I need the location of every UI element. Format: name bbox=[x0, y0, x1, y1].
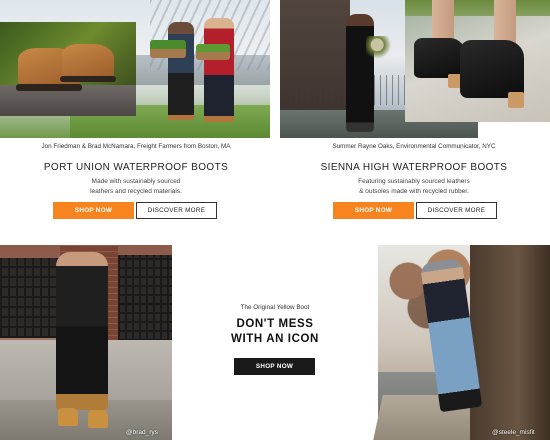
sienna-boot-left bbox=[414, 38, 464, 78]
sienna-description-line-2: & outsoles made with recycled rubber. bbox=[359, 187, 469, 195]
port-union-boot-right-sole bbox=[60, 76, 116, 82]
woman-in-black-dress-figure bbox=[346, 14, 374, 132]
yellow-boot-right bbox=[88, 410, 108, 428]
iron-window-grille-right bbox=[118, 255, 172, 350]
sienna-caption: Summer Rayne Oaks, Environmental Communi… bbox=[332, 143, 496, 150]
center-headline-line-2: WITH AN ICON bbox=[231, 333, 319, 345]
farmer-left-figure bbox=[168, 22, 194, 120]
port-union-boot-left-sole bbox=[16, 84, 82, 91]
brad-rys-handle[interactable]: @brad_rys bbox=[126, 429, 158, 436]
center-shop-now-button[interactable]: SHOP NOW bbox=[234, 358, 315, 375]
center-headline: DON'T MESS WITH AN ICON bbox=[172, 317, 378, 347]
tree-trunk bbox=[470, 245, 550, 440]
flower-bouquet bbox=[366, 36, 394, 58]
plant-tray-left bbox=[150, 40, 186, 58]
sienna-description-line-1: Featuring sustainably sourced leathers bbox=[358, 178, 470, 185]
port-union-description: Made with sustainably sourced leathers a… bbox=[0, 177, 272, 196]
port-union-title[interactable]: PORT UNION WATERPROOF BOOTS bbox=[0, 162, 272, 173]
sienna-description: Featuring sustainably sourced leathers &… bbox=[278, 177, 550, 196]
yellow-boot-left bbox=[58, 408, 78, 426]
port-union-shop-now-button[interactable]: SHOP NOW bbox=[53, 202, 134, 219]
port-union-boot-right bbox=[62, 44, 114, 78]
sienna-boot-right bbox=[460, 40, 524, 98]
port-union-description-line-2: leathers and recycled materials. bbox=[90, 187, 182, 195]
bridge-deck bbox=[120, 55, 270, 85]
man-in-black-outfit-figure bbox=[56, 252, 108, 410]
port-union-caption: Jon Friedman & Brad McNamara, Freight Fa… bbox=[41, 143, 231, 150]
plant-tray-right bbox=[196, 44, 230, 60]
center-eyebrow: The Original Yellow Boot bbox=[240, 304, 310, 311]
port-union-description-line-1: Made with sustainably sourced bbox=[91, 178, 181, 185]
center-headline-line-1: DON'T MESS bbox=[236, 318, 314, 330]
sienna-shop-now-button[interactable]: SHOP NOW bbox=[333, 202, 414, 219]
sienna-boot-right-heel bbox=[508, 92, 524, 108]
port-union-discover-more-button[interactable]: DISCOVER MORE bbox=[136, 202, 217, 219]
steele-misfit-handle[interactable]: @steele_misfit bbox=[492, 429, 535, 436]
sienna-discover-more-button[interactable]: DISCOVER MORE bbox=[416, 202, 497, 219]
farmer-right-figure bbox=[204, 18, 234, 122]
sienna-title[interactable]: SIENNA HIGH WATERPROOF BOOTS bbox=[278, 162, 550, 173]
iron-window-grille-left bbox=[0, 258, 60, 338]
leg-left bbox=[432, 0, 454, 42]
